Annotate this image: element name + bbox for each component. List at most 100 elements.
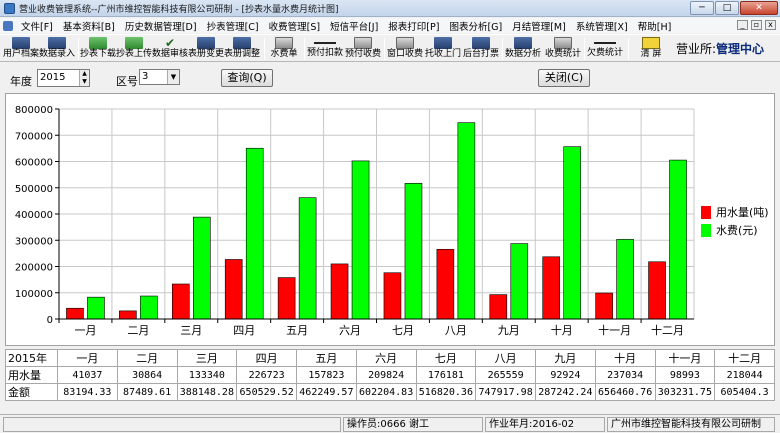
arrears-stats-button[interactable]: 欠费统计	[587, 36, 623, 62]
menu-file[interactable]: 文件[F]	[16, 19, 58, 33]
backend-print-button[interactable]: 后台打票	[463, 36, 499, 62]
month-header: 一月	[57, 349, 118, 367]
prepaid-deduction-button[interactable]: 预付扣款	[307, 36, 343, 62]
bar-volume	[595, 292, 613, 320]
month-header: 五月	[296, 349, 357, 367]
x-tick-label: 十一月	[598, 323, 631, 337]
window-charge-button[interactable]: 窗口收费	[387, 36, 423, 62]
volume-cell: 176181	[415, 366, 477, 384]
y-tick-label: 600000	[15, 158, 53, 169]
dash-icon	[314, 42, 336, 44]
check-icon: ✔	[164, 36, 176, 50]
book-icon	[12, 37, 30, 49]
bar-volume	[648, 261, 666, 320]
menu-billing[interactable]: 收费管理[S]	[264, 19, 325, 33]
business-unit-value: 管理中心	[716, 42, 765, 56]
amount-cell: 602204.83	[355, 383, 417, 401]
menu-month-close[interactable]: 月结管理[M]	[507, 19, 571, 33]
prepaid-charge-button[interactable]: 预付收费	[345, 36, 381, 62]
close-button[interactable]: ✕	[740, 1, 778, 15]
book-change-button[interactable]: 表册变更	[188, 36, 224, 62]
charge-stats-button[interactable]: 收费统计	[545, 36, 581, 62]
bar-volume	[436, 248, 455, 320]
zone-label: 区号	[116, 75, 138, 88]
y-tick-label: 800000	[15, 105, 53, 116]
meter-upload-button[interactable]: 抄表上传	[116, 36, 152, 62]
bar-fee	[616, 239, 634, 320]
year-spinner[interactable]: 2015 ▲ ▼	[37, 69, 90, 87]
toolbar-separator	[502, 38, 503, 60]
zone-select[interactable]: 3 ▼	[139, 69, 180, 85]
amount-cell: 83194.33	[57, 383, 118, 401]
amount-cell: 747917.98	[475, 383, 536, 401]
x-tick-label: 五月	[286, 324, 308, 337]
close-form-button[interactable]: 关闭(C)	[538, 69, 590, 87]
data-entry-button[interactable]: 数据录入	[39, 36, 75, 62]
meter-download-button[interactable]: 抄表下载	[80, 36, 116, 62]
menu-sms[interactable]: 短信平台[J]	[325, 19, 383, 33]
table-row-amount: 金额 83194.33 87489.61 388148.28 650529.52…	[5, 383, 775, 401]
menu-charts[interactable]: 图表分析[G]	[444, 19, 507, 33]
eraser-icon	[642, 37, 660, 49]
bar-volume	[119, 310, 137, 320]
amount-cell: 605404.3	[714, 383, 775, 401]
user-records-button[interactable]: 用户档案	[3, 36, 39, 62]
year-label: 年度	[10, 75, 32, 88]
toolbar-separator	[384, 38, 385, 60]
door-collection-button[interactable]: 托收上门	[425, 36, 461, 62]
toolbar-separator	[628, 38, 629, 60]
bar-fee	[404, 183, 423, 320]
bar-fee	[510, 243, 529, 320]
minimize-button[interactable]: ─	[690, 1, 714, 15]
menu-basic-data[interactable]: 基本资料[B]	[58, 19, 120, 33]
menu-meter-reading[interactable]: 抄表管理[C]	[202, 19, 264, 33]
y-tick-label: 700000	[15, 131, 53, 142]
year-cell: 2015年	[5, 349, 58, 367]
printer-icon	[472, 37, 490, 49]
spin-arrows-icon[interactable]: ▲ ▼	[79, 70, 89, 86]
child-window-icon[interactable]	[3, 20, 13, 31]
legend-label-fee: 水费(元)	[716, 224, 758, 237]
x-tick-label: 二月	[127, 324, 149, 337]
menu-help[interactable]: 帮助[H]	[633, 19, 677, 33]
query-row: 年度 2015 ▲ ▼ 区号 3 ▼ 查询(Q) 关闭(C)	[0, 64, 780, 92]
amount-cell: 462249.57	[296, 383, 357, 401]
child-minimize-button[interactable]: _	[737, 20, 748, 30]
month-header: 四月	[236, 349, 297, 367]
month-header: 六月	[355, 349, 417, 367]
bar-fee	[563, 146, 582, 320]
book-adjust-button[interactable]: 表册调整	[224, 36, 260, 62]
menu-reports[interactable]: 报表打印[P]	[383, 19, 444, 33]
menu-history-data[interactable]: 历史数据管理[D]	[120, 19, 202, 33]
chevron-down-icon[interactable]: ▼	[167, 70, 179, 84]
year-value: 2015	[40, 72, 66, 83]
bar-volume	[66, 307, 84, 320]
amount-cell: 303231.75	[654, 383, 716, 401]
month-header: 二月	[116, 349, 178, 367]
x-tick-label: 七月	[392, 324, 414, 337]
month-header: 三月	[176, 349, 238, 367]
volume-cell: 92924	[535, 366, 596, 384]
month-header: 十二月	[714, 349, 775, 367]
y-tick-label: 300000	[15, 236, 53, 247]
water-bill-button[interactable]: 水费单	[268, 36, 300, 62]
data-analysis-button[interactable]: 数据分析	[505, 36, 541, 62]
amount-cell: 656460.76	[594, 383, 656, 401]
clear-screen-button[interactable]: 清 屏	[632, 36, 670, 62]
bar-chart: 0 100000 200000 300000 400000 500000 600000 700…	[15, 105, 695, 337]
child-close-button[interactable]: x	[765, 20, 776, 30]
child-restore-button[interactable]: ▫	[751, 20, 762, 30]
query-button[interactable]: 查询(Q)	[221, 69, 273, 87]
analysis-icon	[514, 37, 532, 49]
status-operator: 操作员:0666 谢工	[343, 417, 483, 432]
y-tick-label: 400000	[15, 210, 53, 221]
amount-cell: 287242.24	[535, 383, 596, 401]
stats-icon	[554, 37, 572, 49]
maximize-button[interactable]: □	[715, 1, 739, 15]
toolbar: 用户档案 数据录入 抄表下载 抄表上传 ✔ 数据审核 表册变更 表册调整 水费单…	[0, 34, 780, 62]
title-bar: 营业收费管理系统--广州市维控智能科技有限公司研制 - [抄表水量水费月统计图]…	[0, 0, 780, 17]
bar-fee	[245, 147, 264, 320]
data-audit-button[interactable]: ✔ 数据审核	[152, 36, 188, 62]
bar-fee	[351, 160, 370, 320]
menu-system[interactable]: 系统管理[X]	[571, 19, 633, 33]
